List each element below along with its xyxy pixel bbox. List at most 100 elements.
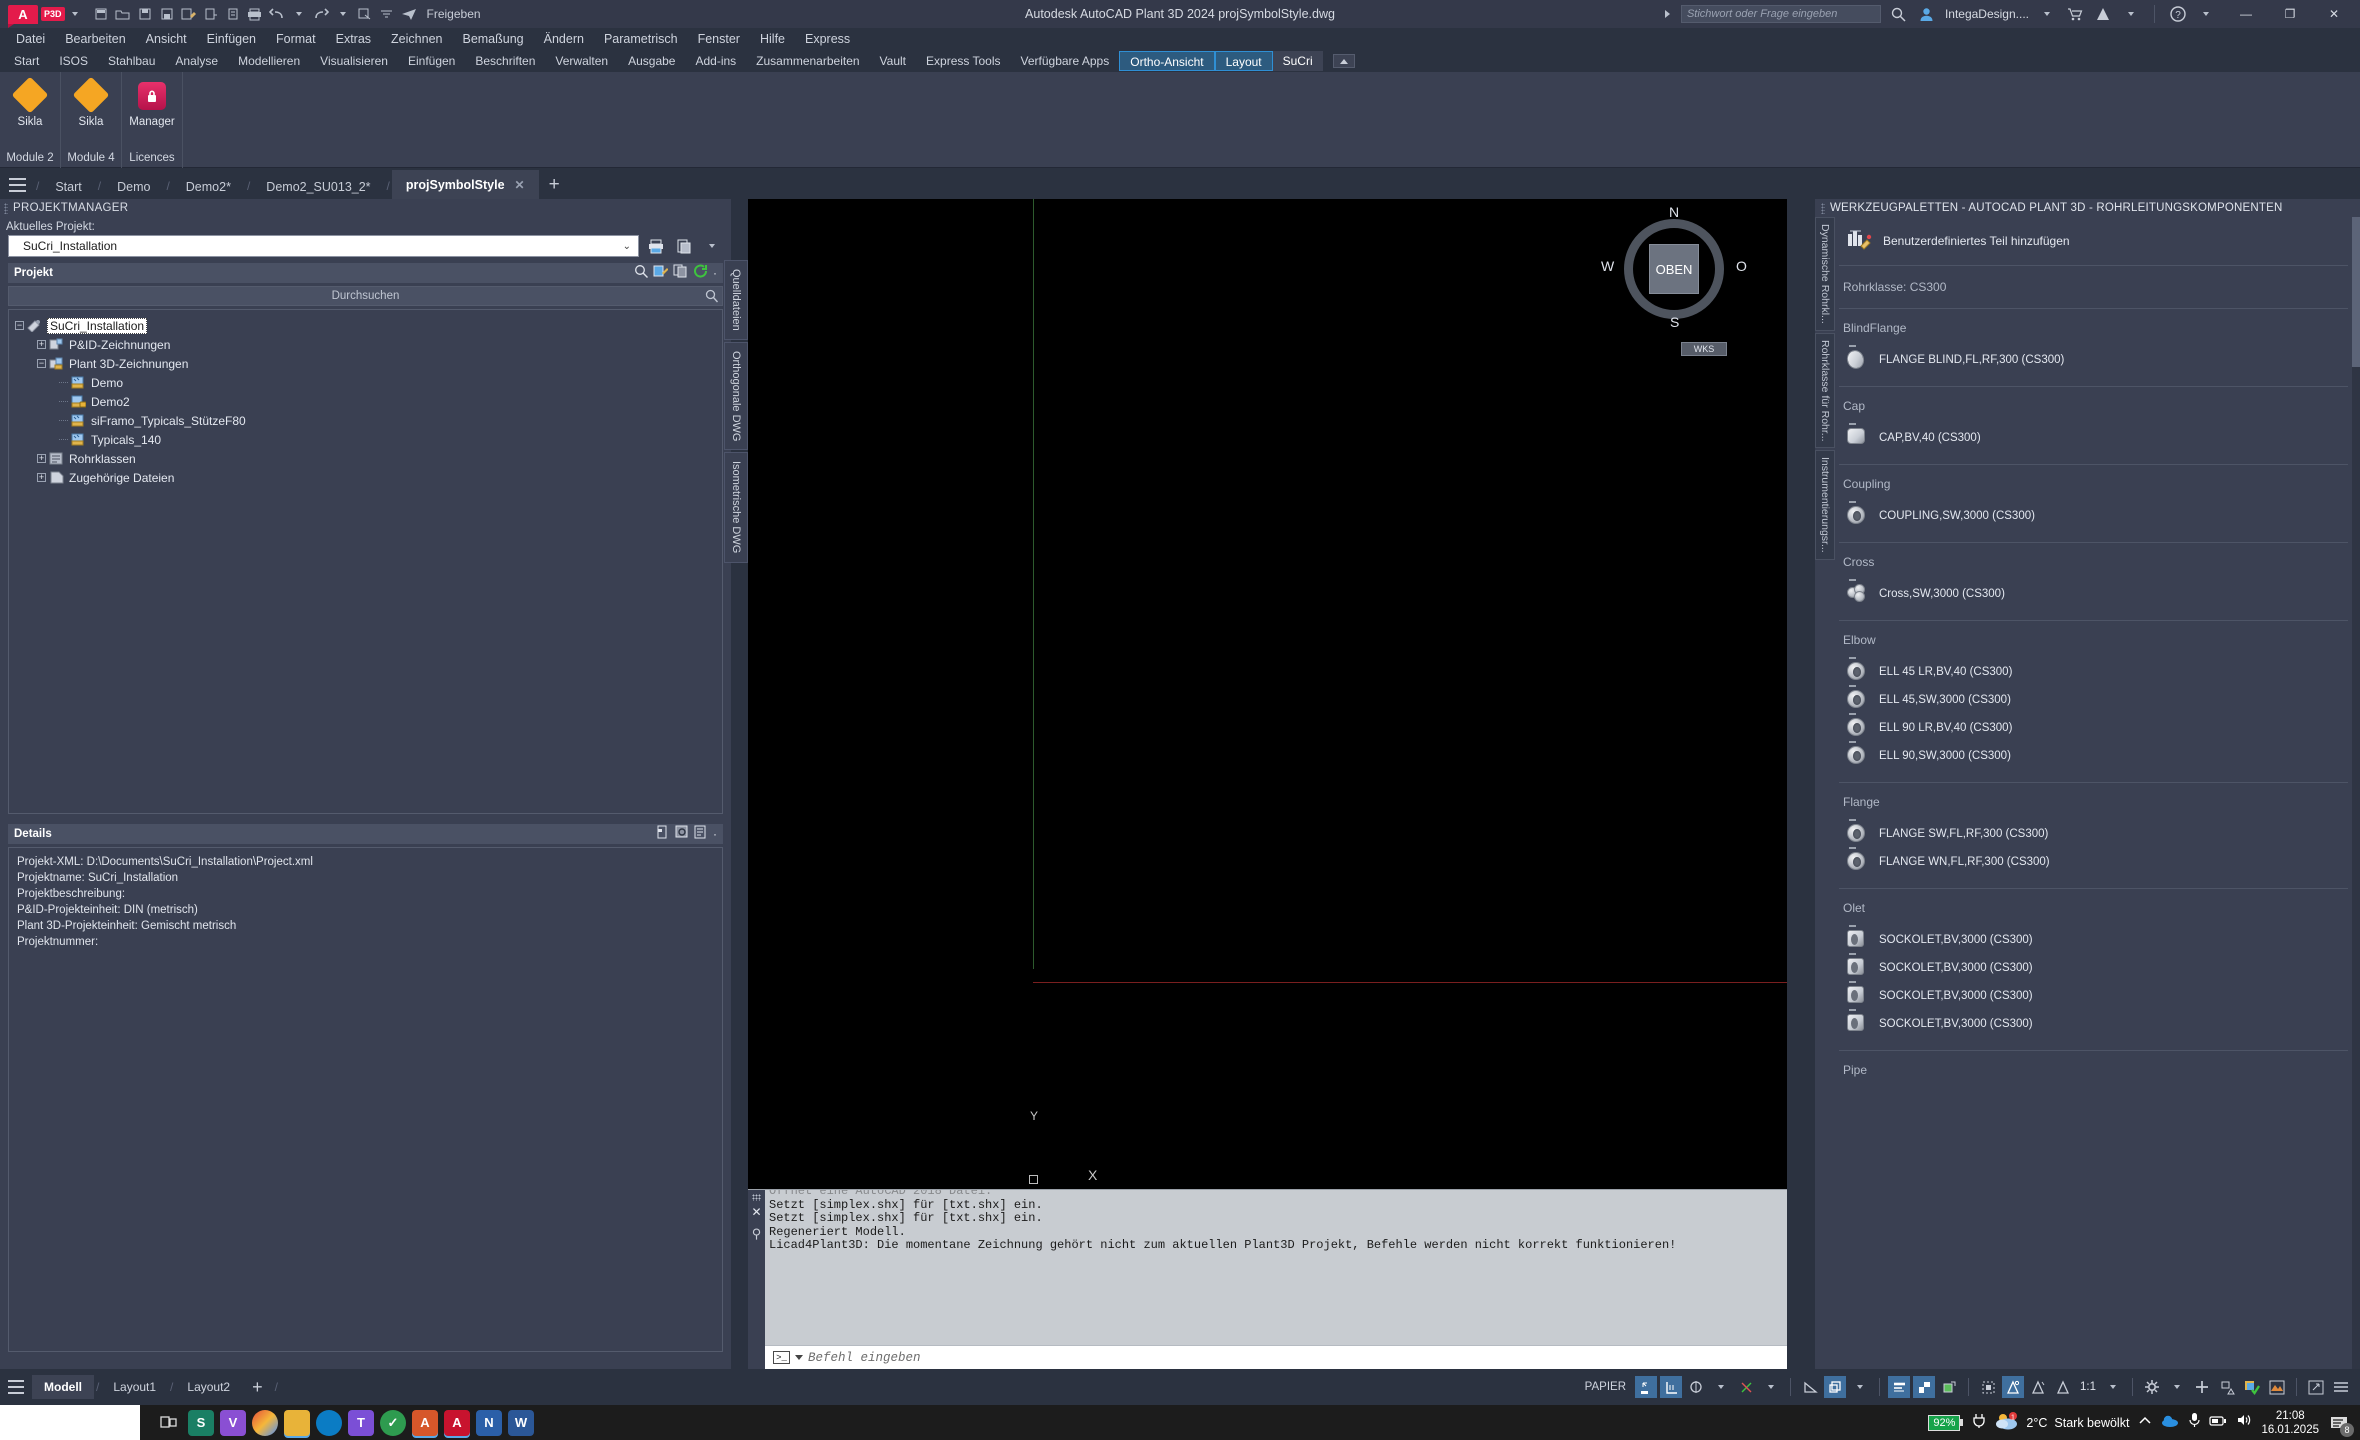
file-explorer-icon[interactable] (284, 1409, 310, 1436)
expand-icon[interactable]: + (37, 473, 46, 482)
redo-icon[interactable] (311, 4, 331, 24)
menu-item-extras[interactable]: Extras (326, 28, 381, 50)
layout-tab-layout1[interactable]: Layout1 (101, 1375, 168, 1399)
ribbon-tab-verf-gbare-apps[interactable]: Verfügbare Apps (1011, 51, 1120, 71)
ortho-mode-icon[interactable] (1685, 1376, 1707, 1398)
windows-search-box[interactable] (0, 1405, 140, 1440)
copy-project-icon[interactable] (673, 235, 695, 257)
dynamic-input-icon[interactable] (2027, 1376, 2049, 1398)
menu-item-zeichnen[interactable]: Zeichnen (381, 28, 452, 50)
ribbon-tab-isos[interactable]: ISOS (49, 51, 98, 71)
details-properties-icon[interactable] (694, 825, 708, 844)
annotation-scale-label[interactable]: 1:1 (2077, 1381, 2099, 1393)
file-tab-demo2-[interactable]: Demo2* (172, 174, 245, 199)
plot-preview-icon[interactable] (355, 4, 375, 24)
polar-tracking-icon[interactable] (2052, 1376, 2074, 1398)
close-button[interactable]: ✕ (2312, 0, 2356, 28)
viewport-side-tab-isometrische-dwg[interactable]: Isometrische DWG (724, 452, 748, 563)
help-dropdown-icon[interactable] (2196, 4, 2216, 24)
autocad-logo-icon[interactable]: A (8, 4, 38, 28)
tool-palette-body[interactable]: Benutzerdefiniertes Teil hinzufügen Rohrk… (1835, 217, 2352, 1369)
palette-item[interactable]: SOCKOLET,BV,3000 (CS300) (1835, 925, 2352, 954)
details-export-icon[interactable] (656, 825, 670, 844)
ribbon-tab-sucri[interactable]: SuCri (1272, 51, 1323, 71)
copy-drawing-icon[interactable] (673, 264, 688, 283)
collapse-icon[interactable]: − (15, 321, 24, 330)
ribbon-tab-modellieren[interactable]: Modellieren (228, 51, 310, 71)
annotation-scale-dropdown-icon[interactable] (2102, 1376, 2124, 1398)
panel-grip-icon[interactable] (1821, 202, 1825, 214)
tray-expand-chevron-icon[interactable] (2138, 1414, 2152, 1432)
tree-node-p&id-zeichnungen[interactable]: + P&ID-Zeichnungen (15, 335, 722, 354)
object-snap-tracking-icon[interactable] (1735, 1376, 1757, 1398)
menu-item-bearbeiten[interactable]: Bearbeiten (55, 28, 135, 50)
command-input[interactable]: >_ Befehl eingeben (765, 1345, 1787, 1369)
ribbon-button-sikla[interactable]: Sikla (61, 72, 121, 152)
ribbon-tab-beschriften[interactable]: Beschriften (465, 51, 545, 71)
isodraft-dropdown-icon[interactable] (1849, 1376, 1871, 1398)
3d-object-snap-icon[interactable] (1977, 1376, 1999, 1398)
expand-icon[interactable]: + (37, 454, 46, 463)
new-drawing-icon[interactable] (653, 264, 669, 283)
menu-item-format[interactable]: Format (266, 28, 326, 50)
menu-item-bema-ung[interactable]: Bemaßung (452, 28, 533, 50)
palette-item[interactable]: COUPLING,SW,3000 (CS300) (1835, 501, 2352, 530)
menu-item-ansicht[interactable]: Ansicht (136, 28, 197, 50)
taskbar-app-2-icon[interactable]: V (220, 1409, 246, 1436)
palette-item[interactable]: ELL 45,SW,3000 (CS300) (1835, 685, 2352, 714)
word-icon[interactable]: W (508, 1409, 534, 1436)
ribbon-tab-verwalten[interactable]: Verwalten (545, 51, 618, 71)
palette-side-tab-0[interactable]: Dynamische Rohrkl... (1815, 217, 1835, 331)
print-icon[interactable] (245, 4, 265, 24)
taskbar-app-5-icon[interactable]: A (412, 1409, 438, 1436)
user-name-label[interactable]: IntegaDesign.... (1945, 7, 2029, 21)
edge-icon[interactable] (316, 1409, 342, 1436)
publish-icon[interactable] (645, 235, 667, 257)
palette-item[interactable]: ELL 90,SW,3000 (CS300) (1835, 741, 2352, 770)
command-customize-icon[interactable]: ⚲ (748, 1226, 765, 1242)
angle-constraint-icon[interactable] (1799, 1376, 1821, 1398)
project-tree[interactable]: − SuCri_Installation + P&ID-Zeichnungen − Pla… (8, 309, 723, 814)
dynamic-ucs-icon[interactable] (2002, 1376, 2024, 1398)
cart-icon[interactable] (2065, 4, 2085, 24)
palette-item[interactable]: ELL 90 LR,BV,40 (CS300) (1835, 713, 2352, 742)
minimize-button[interactable]: — (2224, 0, 2268, 28)
taskbar-app-4-icon[interactable]: ✓ (380, 1409, 406, 1436)
customization-menu-icon[interactable] (2330, 1376, 2352, 1398)
taskbar-app-3-icon[interactable]: T (348, 1409, 374, 1436)
tree-node-sucri-installation[interactable]: − SuCri_Installation (15, 316, 722, 335)
palette-item[interactable]: FLANGE WN,FL,RF,300 (CS300) (1835, 847, 2352, 876)
ribbon-button-manager[interactable]: Manager (122, 72, 182, 152)
menu-item--ndern[interactable]: Ändern (534, 28, 594, 50)
view-cube-face[interactable]: OBEN (1649, 244, 1699, 294)
palette-side-tab-1[interactable]: Rohrklasse für Rohr... (1815, 332, 1835, 449)
battery-status[interactable]: 92% (1928, 1414, 1964, 1431)
line-weight-icon[interactable] (1888, 1376, 1910, 1398)
ribbon-button-sikla[interactable]: Sikla (0, 72, 60, 152)
palette-item[interactable]: CAP,BV,40 (CS300) (1835, 423, 2352, 452)
drawing-viewport[interactable]: Y X OBEN N S W O WKS (748, 199, 1787, 1189)
tool-palette-scroll-thumb[interactable] (2352, 217, 2360, 367)
account-dropdown-icon[interactable] (2121, 4, 2141, 24)
add-custom-part-button[interactable]: Benutzerdefiniertes Teil hinzufügen (1835, 217, 2352, 265)
ucs-selector-button[interactable]: WKS (1681, 342, 1727, 356)
command-prompt-icon[interactable]: >_ (773, 1351, 790, 1364)
workspace-switching-icon[interactable] (2141, 1376, 2163, 1398)
onedrive-icon[interactable] (2161, 1414, 2179, 1432)
clock-widget[interactable]: 21:08 16.01.2025 (2261, 1409, 2319, 1437)
transparency-icon[interactable] (1913, 1376, 1935, 1398)
chevron-down-icon[interactable]: ⌄ (623, 241, 631, 252)
layout-tab-modell[interactable]: Modell (32, 1375, 94, 1399)
tree-node-siframo-typicals-st-tzef80[interactable]: siFramo_Typicals_StützeF80 (15, 411, 722, 430)
tree-node-demo[interactable]: Demo (15, 373, 722, 392)
taskbar-app-1-icon[interactable]: S (188, 1409, 214, 1436)
menu-item-express[interactable]: Express (795, 28, 860, 50)
search-expand-icon[interactable] (1664, 10, 1670, 18)
menu-item-fenster[interactable]: Fenster (688, 28, 750, 50)
qat-customize-icon[interactable] (377, 4, 397, 24)
user-dropdown-icon[interactable] (2037, 4, 2057, 24)
file-tabs-menu-icon[interactable] (0, 170, 34, 199)
menu-item-datei[interactable]: Datei (6, 28, 55, 50)
share-icon[interactable] (399, 4, 419, 24)
tree-node-zugeh-rige-dateien[interactable]: + Zugehörige Dateien (15, 468, 722, 487)
